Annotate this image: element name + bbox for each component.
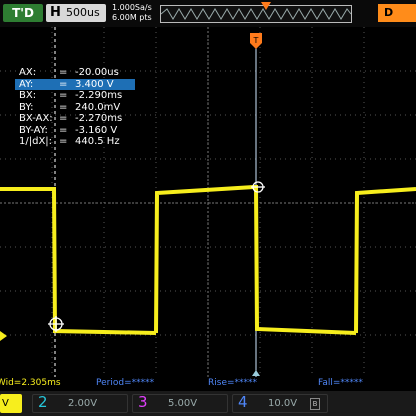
trigger-source-button[interactable]: D [378, 4, 416, 22]
channel3-button[interactable]: 3 5.00V [138, 393, 226, 413]
readout-value: -20.00us [75, 67, 119, 78]
channel2-scale: 2.00V [68, 398, 98, 409]
readout-row-freq: 1/|dX|: = 440.5 Hz [15, 136, 135, 148]
measurement-strip: -Wid=2.305ms Period=***** Rise=***** Fal… [0, 377, 416, 389]
readout-eq: = [59, 90, 68, 101]
readout-row-by: BY: = 240.0mV [15, 102, 135, 114]
channel1-ground-marker-icon [0, 331, 7, 341]
trigger-status-badge[interactable]: T'D [3, 4, 43, 22]
timebase-value: 500us [66, 6, 100, 19]
readout-row-bx-ax: BX-AX: = -2.270ms [15, 113, 135, 125]
timebase-control[interactable]: H 500us [46, 4, 106, 22]
readout-value: 3.400 V [75, 78, 114, 90]
memory-overview-waveform [161, 8, 351, 20]
channel2-number: 2 [38, 393, 48, 411]
readout-eq: = [59, 136, 68, 147]
readout-key: AX: [19, 67, 37, 78]
readout-key: 1/|dX|: [19, 136, 53, 147]
readout-row-by-ay: BY-AY: = -3.160 V [15, 125, 135, 137]
sample-rate: 1.000Sa/s [112, 3, 152, 12]
measure-width[interactable]: -Wid=2.305ms [0, 377, 61, 389]
readout-eq: = [59, 67, 68, 78]
channel1-button[interactable]: V [0, 394, 28, 413]
readout-key: BX: [19, 90, 37, 101]
readout-row-bx: BX: = -2.290ms [15, 90, 135, 102]
measure-fall[interactable]: Fall=***** [318, 377, 363, 389]
channel3-number: 3 [138, 393, 148, 411]
readout-key: BX-AX: [19, 113, 53, 124]
channel-bar: V 2 2.00V 3 5.00V 4 10.0V B [0, 391, 416, 416]
timebase-label: H [50, 5, 61, 20]
measure-period[interactable]: Period=***** [96, 377, 154, 389]
readout-row-ay: AY: = 3.400 V [15, 78, 135, 90]
measure-rise[interactable]: Rise=***** [208, 377, 257, 389]
readout-eq: = [59, 101, 68, 113]
readout-value: 440.5 Hz [75, 136, 120, 147]
readout-eq: = [59, 124, 68, 136]
readout-value: -2.270ms [75, 113, 123, 124]
svg-text:T: T [253, 36, 259, 45]
waveform-display[interactable]: T AX: = -20.00us AY: = 3.400 V BX: = -2.… [0, 27, 416, 382]
channel4-scale: 10.0V [268, 398, 298, 409]
memory-overview[interactable] [160, 2, 352, 23]
readout-key: BY: [19, 101, 34, 113]
channel3-scale: 5.00V [168, 398, 198, 409]
cursor-readout-panel: AX: = -20.00us AY: = 3.400 V BX: = -2.29… [15, 67, 135, 148]
readout-value: -3.160 V [75, 124, 118, 136]
trigger-position-icon [261, 2, 271, 10]
readout-key: AY: [19, 78, 34, 90]
readout-row-ax: AX: = -20.00us [15, 67, 135, 79]
channel4-button[interactable]: 4 10.0V B [238, 393, 326, 413]
cursor-b-bottom-marker-icon [252, 370, 260, 376]
readout-value: 240.0mV [75, 101, 121, 113]
readout-key: BY-AY: [19, 124, 48, 136]
trigger-marker-icon: T [250, 33, 262, 49]
top-status-bar: T'D H 500us 1.000Sa/s 6.00M pts D [0, 0, 416, 27]
channel2-button[interactable]: 2 2.00V [38, 393, 126, 413]
acquisition-info: 1.000Sa/s 6.00M pts [112, 3, 152, 23]
memory-depth: 6.00M pts [112, 13, 152, 22]
readout-value: -2.290ms [75, 90, 123, 101]
readout-eq: = [59, 113, 68, 124]
channel1-scale: V [0, 394, 22, 413]
bandwidth-limit-icon: B [310, 398, 320, 410]
channel4-number: 4 [238, 393, 248, 411]
readout-eq: = [59, 78, 68, 90]
